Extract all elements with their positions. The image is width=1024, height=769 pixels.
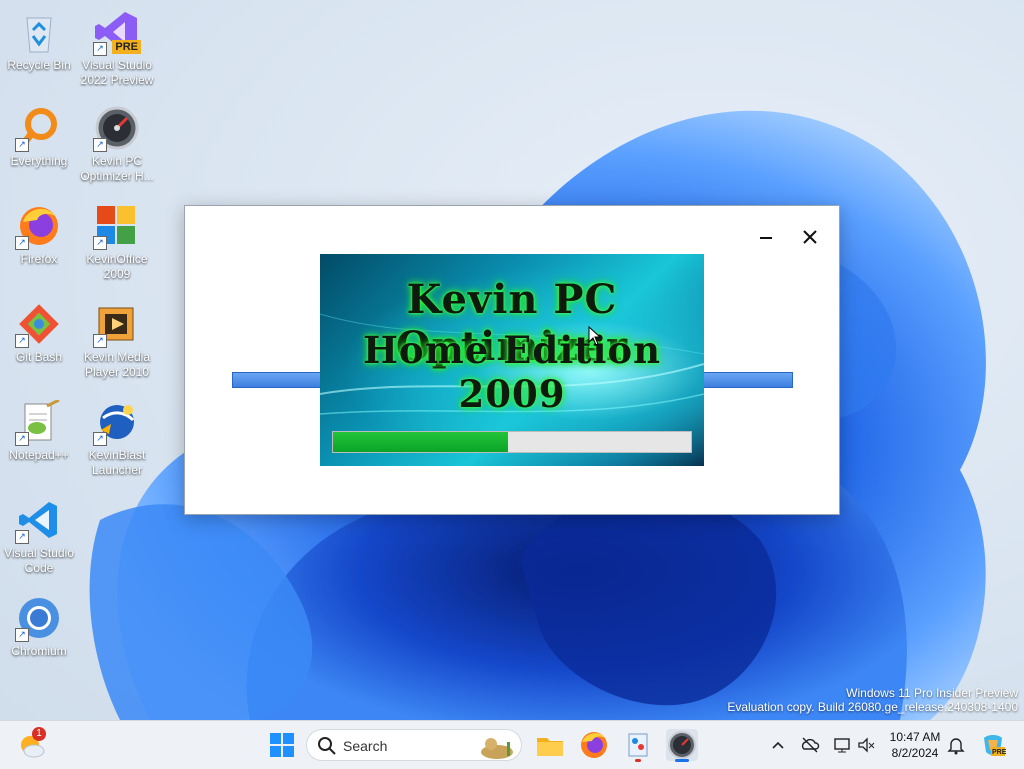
onedrive-icon [801, 737, 820, 753]
desktop-icon-chromium[interactable]: ↗ Chromium [0, 596, 78, 659]
shortcut-arrow-icon: ↗ [15, 432, 29, 446]
desktop-icon-visual-studio[interactable]: PRE ↗ Visual Studio 2022 Preview [78, 10, 156, 88]
paint-icon [628, 733, 648, 757]
mouse-cursor-icon [588, 326, 602, 346]
taskbar-file-explorer[interactable] [534, 729, 566, 761]
desktop-icon-kevinoffice[interactable]: ↗ KevinOffice 2009 [78, 204, 156, 282]
media-player-icon: ↗ [93, 302, 139, 348]
splash-banner: Kevin PC Optimizer Home Edition 2009 [320, 254, 704, 466]
search-highlight-icon [481, 738, 513, 759]
git-bash-icon: ↗ [15, 302, 61, 348]
notepadpp-icon: ↗ [15, 398, 61, 446]
shortcut-arrow-icon: ↗ [93, 138, 107, 152]
desktop-icon-label: Chromium [11, 644, 67, 658]
start-icon [270, 733, 294, 757]
chromium-icon: ↗ [15, 596, 61, 642]
clock-time: 10:47 AM [889, 730, 941, 744]
windows-watermark: Windows 11 Pro Insider Preview Evaluatio… [727, 686, 1018, 714]
desktop-icon-everything[interactable]: ↗ Everything [0, 106, 78, 169]
shortcut-arrow-icon: ↗ [93, 42, 107, 56]
loading-progress-fill [333, 432, 509, 452]
file-explorer-icon [537, 738, 563, 756]
splash-window: Kevin PC Optimizer Home Edition 2009 [184, 205, 840, 515]
shortcut-arrow-icon: ↗ [15, 334, 29, 348]
desktop-icon-kevin-media-player[interactable]: ↗ Kevin Media Player 2010 [78, 302, 156, 380]
search-icon [318, 737, 336, 755]
desktop-icon-label: Git Bash [15, 350, 63, 364]
optimizer-gauge-icon [668, 731, 696, 759]
shortcut-arrow-icon: ↗ [15, 138, 29, 152]
search-placeholder: Search [343, 738, 388, 754]
desktop-icon-label: KevinOffice 2009 [86, 252, 148, 281]
office-icon: ↗ [93, 204, 139, 250]
watermark-line1: Windows 11 Pro Insider Preview [846, 686, 1018, 700]
shortcut-arrow-icon: ↗ [93, 334, 107, 348]
running-indicator [635, 759, 641, 762]
minimize-button[interactable] [750, 224, 782, 250]
loading-rail-right [699, 372, 793, 388]
optimizer-gauge-icon: ↗ [93, 106, 139, 152]
shortcut-arrow-icon: ↗ [15, 530, 29, 544]
desktop-icon-vscode[interactable]: ↗ Visual Studio Code [0, 498, 78, 576]
splash-title-line2: Home Edition 2009 [362, 328, 662, 416]
active-indicator [675, 759, 689, 762]
shortcut-arrow-icon: ↗ [93, 236, 107, 250]
taskbar-clock[interactable]: 10:47 AM 8/2/2024 [884, 729, 946, 761]
desktop-icon-label: KevinBlast Launcher [88, 448, 146, 477]
desktop-icon-label: Kevin Media Player 2010 [83, 350, 151, 379]
tray-notifications[interactable] [946, 735, 966, 755]
weather-alert-badge: 1 [32, 727, 46, 741]
loading-rail-left [232, 372, 328, 388]
launcher-icon: ↗ [93, 400, 139, 446]
shortcut-arrow-icon: ↗ [93, 432, 107, 446]
taskbar-firefox[interactable] [578, 729, 610, 761]
watermark-line2: Evaluation copy. Build 26080.ge_release.… [727, 700, 1018, 714]
recycle-bin-icon [17, 10, 61, 54]
start-button[interactable] [266, 729, 298, 761]
desktop-icon-label: Everything [10, 154, 68, 168]
desktop-icon-recycle-bin[interactable]: Recycle Bin [0, 10, 78, 73]
close-button[interactable] [794, 224, 826, 250]
volume-icon [858, 737, 875, 753]
desktop-icon-label: Visual Studio Code [4, 546, 74, 575]
taskbar-search-box[interactable]: Search [306, 729, 522, 761]
taskbar-kevin-pc-optimizer[interactable] [666, 729, 698, 762]
desktop-icon-label: Kevin PC Optimizer H... [80, 154, 154, 183]
firefox-icon [581, 732, 607, 758]
shortcut-arrow-icon: ↗ [15, 628, 29, 642]
notification-bell-icon [947, 738, 965, 755]
desktop-icon-kevin-pc-optimizer[interactable]: ↗ Kevin PC Optimizer H... [78, 106, 156, 184]
desktop-icon-label: Recycle Bin [7, 58, 71, 72]
tray-onedrive[interactable] [800, 735, 820, 755]
chevron-up-icon [772, 741, 784, 749]
show-hidden-icons-button[interactable] [768, 735, 788, 755]
desktop-icon-label: Visual Studio 2022 Preview [80, 58, 154, 87]
desktop-icon-firefox[interactable]: ↗ Firefox [0, 204, 78, 267]
clock-date: 8/2/2024 [891, 746, 939, 760]
weather-widget[interactable]: 1 [16, 727, 48, 761]
desktop-icon-label: Notepad++ [9, 448, 69, 462]
everything-search-icon: ↗ [15, 106, 61, 152]
preview-badge: PRE [112, 40, 141, 54]
firefox-icon: ↗ [15, 204, 61, 250]
taskbar: 1 Search 10:47 AM 8/2/2024 PRE [0, 720, 1024, 769]
tray-volume[interactable] [856, 735, 876, 755]
tray-network[interactable] [832, 735, 852, 755]
close-icon [803, 230, 817, 244]
minimize-icon [760, 237, 772, 239]
visual-studio-icon: PRE ↗ [93, 10, 141, 56]
copilot-icon: PRE [984, 735, 1007, 756]
vscode-icon: ↗ [15, 498, 61, 544]
loading-progress-bar [332, 431, 692, 453]
svg-text:PRE: PRE [992, 749, 1006, 756]
tray-copilot[interactable]: PRE [980, 732, 1007, 758]
desktop-icon-notepadpp[interactable]: ↗ Notepad++ [0, 398, 78, 463]
network-icon [834, 738, 850, 753]
desktop-icon-kevinblast-launcher[interactable]: ↗ KevinBlast Launcher [78, 400, 156, 478]
shortcut-arrow-icon: ↗ [15, 236, 29, 250]
desktop-icon-git-bash[interactable]: ↗ Git Bash [0, 302, 78, 365]
taskbar-paint[interactable] [622, 729, 654, 762]
desktop-icon-label: Firefox [20, 252, 58, 266]
